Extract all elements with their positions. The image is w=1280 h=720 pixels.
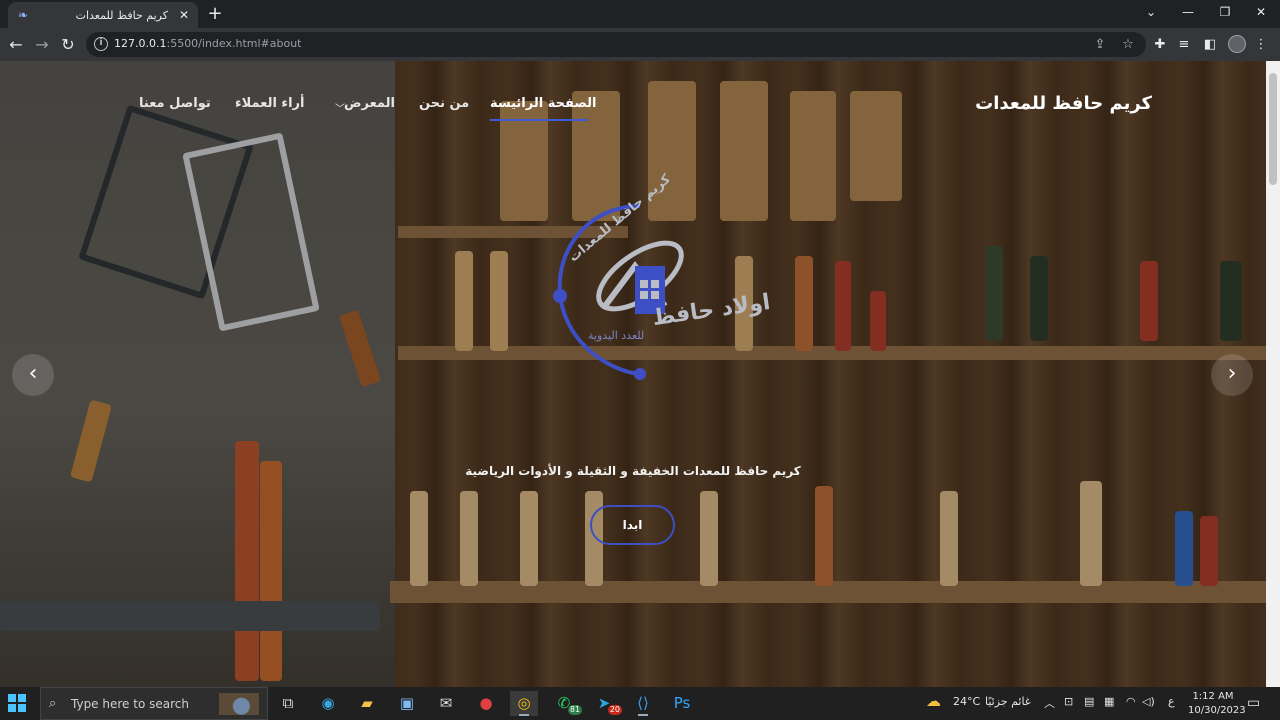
whatsapp-badge: 81 (567, 705, 582, 715)
url-text[interactable]: 127.0.0.1:5500/index.html#about (114, 37, 302, 50)
clock-time: 1:12 AM (1192, 691, 1234, 702)
brand-logo-text[interactable]: كريم حافظ للمعدات (975, 93, 1152, 114)
scrollbar-thumb[interactable] (1269, 73, 1277, 185)
file-explorer-icon[interactable]: ▰ (353, 691, 381, 716)
profile-avatar[interactable] (1228, 35, 1246, 53)
nav-home[interactable]: الصفحة الرائيسة (490, 96, 596, 111)
nav-reviews[interactable]: أراء العملاء (235, 96, 304, 111)
weather-icon[interactable]: ☁ (926, 692, 941, 710)
edge-browser-icon[interactable]: ◉ (314, 691, 342, 716)
browser-toolbar: ← → ↻ i 127.0.0.1:5500/index.html#about … (0, 28, 1280, 61)
browser-tab[interactable]: ❧ كريم حافظ للمعدات ✕ (8, 2, 198, 28)
company-logo (553, 204, 684, 380)
app-red-icon[interactable]: ● (472, 691, 500, 716)
side-panel-icon[interactable]: ◧ (1201, 36, 1219, 54)
logo-sub-text: للعدد اليدوية (588, 329, 645, 342)
tab-favicon-icon: ❧ (17, 8, 29, 22)
tab-strip: ❧ كريم حافظ للمعدات ✕ + ⌄ — ❐ ✕ (0, 0, 1280, 28)
close-tab-icon[interactable]: ✕ (176, 7, 192, 23)
weather-temp[interactable]: 24°C (953, 695, 980, 708)
notifications-icon[interactable]: ▭ (1247, 695, 1260, 711)
windows-start-icon[interactable] (8, 694, 26, 712)
nav-about[interactable]: من نحن (419, 96, 469, 111)
clock-date: 10/30/2023 (1188, 705, 1246, 716)
site-info-icon[interactable]: i (94, 37, 108, 51)
tray-app-icon[interactable]: ▦ (1104, 695, 1114, 708)
restore-button[interactable]: ❐ (1208, 0, 1242, 26)
carousel-next-button[interactable]: › (1211, 354, 1253, 396)
tab-title: كريم حافظ للمعدات (75, 8, 168, 22)
search-icon: ⌕ (49, 696, 57, 711)
address-bar[interactable]: i 127.0.0.1:5500/index.html#about ⇪ ☆ (86, 32, 1146, 57)
telegram-icon[interactable]: ➤ 20 (590, 691, 622, 716)
reload-icon[interactable]: ↻ (56, 33, 80, 57)
show-hidden-icons-chevron[interactable]: ︿ (1044, 695, 1055, 711)
forward-arrow-icon[interactable]: → (30, 33, 54, 57)
new-tab-button[interactable]: + (204, 3, 226, 25)
start-button[interactable]: ابدا (590, 505, 675, 545)
chevron-down-icon[interactable]: ﹀ (335, 100, 345, 115)
search-highlight-image (209, 693, 263, 715)
tray-app-icon[interactable]: ⊡ (1064, 695, 1073, 708)
menu-dots-icon[interactable]: ⋮ (1252, 36, 1270, 54)
tab-search-icon[interactable]: ⌄ (1134, 0, 1168, 26)
carousel-prev-button[interactable]: ‹ (12, 354, 54, 396)
taskbar-clock[interactable]: 1:12 AM 10/30/2023 (1188, 690, 1246, 718)
search-placeholder: Type here to search (71, 697, 189, 711)
whatsapp-icon[interactable]: ✆ 81 (550, 691, 582, 716)
nav-active-underline (490, 119, 588, 121)
hero-tagline: كريم حافظ للمعدات الخفيفة و الثقيلة و ال… (465, 464, 801, 478)
microsoft-store-icon[interactable]: ▣ (393, 691, 421, 716)
reading-list-icon[interactable]: ≡ (1175, 36, 1193, 54)
photoshop-icon[interactable]: Ps (668, 691, 696, 716)
chrome-icon[interactable]: ◎ (510, 691, 538, 716)
language-indicator[interactable]: ع (1168, 695, 1175, 708)
close-window-button[interactable]: ✕ (1244, 0, 1278, 26)
volume-icon[interactable]: ◁) (1142, 695, 1155, 708)
nav-contact[interactable]: تواصل معنا (139, 96, 211, 111)
taskbar-search-box[interactable]: ⌕ Type here to search (40, 687, 268, 720)
hero-section: كريم حافظ للمعدات الصفحة الرائيسة من نحن… (0, 61, 1266, 687)
wifi-icon[interactable]: ◠ (1126, 695, 1136, 708)
bookmark-star-icon[interactable]: ☆ (1119, 36, 1137, 54)
nav-gallery[interactable]: المعرض (344, 96, 395, 111)
tray-app-icon[interactable]: ▤ (1084, 695, 1094, 708)
weather-text[interactable]: غائم جزئيًا (985, 695, 1031, 708)
task-view-icon[interactable]: ⧉ (274, 691, 302, 716)
vscode-icon[interactable]: ⟨⟩ (629, 691, 657, 716)
page-scrollbar[interactable] (1266, 61, 1280, 687)
telegram-badge: 20 (607, 705, 622, 715)
extensions-puzzle-icon[interactable]: ✚ (1151, 36, 1169, 54)
back-arrow-icon[interactable]: ← (4, 33, 28, 57)
share-icon[interactable]: ⇪ (1091, 36, 1109, 54)
minimize-button[interactable]: — (1171, 0, 1205, 26)
windows-taskbar: ⌕ Type here to search ⧉ ◉ ▰ ▣ ✉ ● ◎ ✆ 81 … (0, 687, 1280, 720)
mail-icon[interactable]: ✉ (432, 691, 460, 716)
